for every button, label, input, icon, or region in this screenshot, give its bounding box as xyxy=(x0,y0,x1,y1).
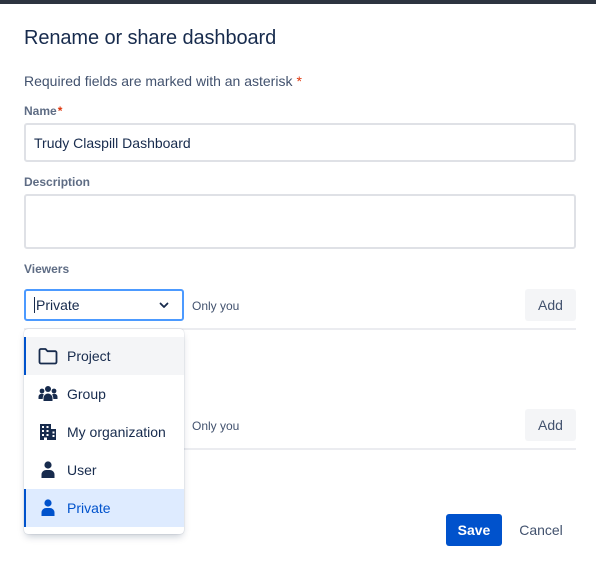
viewers-select[interactable]: Private xyxy=(24,289,184,321)
dropdown-option-label: Private xyxy=(67,500,111,516)
dropdown-option-label: Project xyxy=(67,348,111,364)
viewers-summary: Only you xyxy=(192,299,240,313)
dropdown-option-group[interactable]: Group xyxy=(24,375,184,413)
name-input[interactable]: Trudy Claspill Dashboard xyxy=(24,123,576,162)
save-button[interactable]: Save xyxy=(446,514,502,546)
viewers-add-button[interactable]: Add xyxy=(525,289,576,321)
viewers-selected-value: Private xyxy=(36,297,80,313)
top-bar xyxy=(0,0,596,4)
dropdown-option-label: My organization xyxy=(67,424,166,440)
description-input[interactable] xyxy=(24,194,576,249)
folder-icon xyxy=(38,346,58,366)
chevron-down-icon xyxy=(159,302,169,308)
viewers-dropdown-menu: Project Group My organization User Priva… xyxy=(24,329,184,534)
name-input-value: Trudy Claspill Dashboard xyxy=(34,134,191,151)
required-note-text: Required fields are marked with an aster… xyxy=(24,73,293,89)
dialog-title: Rename or share dashboard xyxy=(24,27,277,49)
dropdown-option-user[interactable]: User xyxy=(24,451,184,489)
dropdown-option-label: Group xyxy=(67,386,106,402)
dropdown-option-label: User xyxy=(67,462,97,478)
viewers-label: Viewers xyxy=(24,262,70,276)
required-note: Required fields are marked with an aster… xyxy=(24,73,302,89)
name-required-asterisk: * xyxy=(57,104,63,118)
group-icon xyxy=(38,384,58,404)
name-label: Name* xyxy=(24,104,62,118)
dropdown-option-project[interactable]: Project xyxy=(24,337,184,375)
text-caret xyxy=(34,297,35,313)
required-asterisk: * xyxy=(296,73,302,89)
cancel-button[interactable]: Cancel xyxy=(510,514,572,546)
name-label-text: Name xyxy=(24,104,57,118)
building-icon xyxy=(38,422,58,442)
description-label: Description xyxy=(24,175,91,189)
user-icon xyxy=(38,460,58,480)
editors-add-button[interactable]: Add xyxy=(525,409,576,441)
dropdown-option-private[interactable]: Private xyxy=(24,489,184,527)
editors-summary: Only you xyxy=(192,419,240,433)
user-icon xyxy=(38,498,58,518)
dropdown-option-my-organization[interactable]: My organization xyxy=(24,413,184,451)
